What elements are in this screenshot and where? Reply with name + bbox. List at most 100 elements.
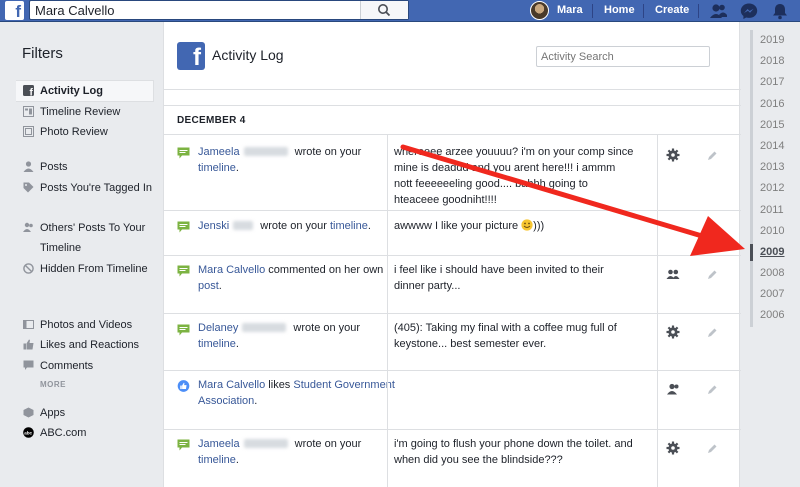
column-divider	[657, 255, 658, 313]
target-link[interactable]: timeline	[330, 220, 368, 232]
actor-link[interactable]: Jameela	[198, 438, 240, 450]
content-text: awwww I like your picture	[394, 220, 519, 232]
content-text-suffix: )))	[533, 220, 545, 232]
activity-search-input[interactable]	[536, 46, 710, 67]
gear-icon[interactable]	[666, 325, 680, 339]
edit-pencil-icon[interactable]	[707, 270, 717, 280]
period-text: .	[367, 220, 371, 232]
actor-link[interactable]: Jenski	[198, 220, 229, 232]
edit-pencil-icon[interactable]	[707, 151, 717, 161]
year-link-2012[interactable]: 2012	[753, 178, 800, 199]
activity-description: Jameela wrote on your timeline.	[198, 144, 398, 176]
sidebar-item-label: Posts You're Tagged In	[40, 182, 152, 194]
sidebar-item-posts[interactable]: Posts	[16, 157, 154, 177]
avatar[interactable]	[530, 1, 549, 20]
verb-text: wrote on your	[291, 438, 362, 450]
column-divider	[387, 255, 388, 313]
hidden-icon	[23, 263, 34, 274]
year-link-2015[interactable]: 2015	[753, 115, 800, 136]
facebook-logo[interactable]: f	[5, 1, 24, 20]
friends-icon[interactable]	[666, 267, 680, 281]
search-bar[interactable]: Mara Calvello	[29, 0, 409, 20]
notifications-icon[interactable]	[770, 2, 790, 20]
activity-description: Jameela wrote on your timeline.	[198, 436, 398, 468]
sidebar-item-comments[interactable]: Comments	[16, 356, 154, 376]
divider	[164, 89, 741, 90]
search-input[interactable]: Mara Calvello	[35, 3, 114, 18]
verb-text: commented on her own	[265, 264, 384, 276]
actor-link[interactable]: Delaney	[198, 322, 238, 334]
year-link-2007[interactable]: 2007	[753, 284, 800, 305]
year-link-2013[interactable]: 2013	[753, 157, 800, 178]
edit-pencil-icon[interactable]	[707, 444, 717, 454]
profile-link[interactable]: Mara	[557, 0, 583, 22]
sidebar-item-apps[interactable]: Apps	[16, 403, 154, 423]
actor-link[interactable]: Mara Calvello	[198, 379, 265, 391]
activity-row: Mara Calvello likes Student Government A…	[164, 370, 741, 429]
activity-row: Mara Calvello commented on her own post. …	[164, 255, 741, 313]
page-title: Activity Log	[212, 47, 284, 63]
year-link-2011[interactable]: 2011	[753, 200, 800, 221]
sidebar-item-timeline-review[interactable]: Timeline Review	[16, 102, 154, 122]
sidebar-item-label: Posts	[40, 161, 68, 173]
search-button[interactable]	[360, 1, 408, 19]
create-link[interactable]: Create	[655, 0, 689, 22]
activity-description: Mara Calvello commented on her own post.	[198, 262, 398, 294]
sidebar-item-photo-review[interactable]: Photo Review	[16, 122, 154, 142]
year-link-2018[interactable]: 2018	[753, 51, 800, 72]
edit-pencil-icon[interactable]	[707, 385, 717, 395]
activity-row: Jameela wrote on your timeline. whereeee …	[164, 134, 741, 210]
sidebar-item-label: Photo Review	[40, 126, 108, 138]
home-link[interactable]: Home	[604, 0, 635, 22]
target-link[interactable]: post	[198, 280, 219, 292]
friends-except-icon[interactable]	[666, 382, 680, 396]
year-link-2006[interactable]: 2006	[753, 305, 800, 326]
year-link-2017[interactable]: 2017	[753, 72, 800, 93]
column-divider	[387, 370, 388, 429]
sidebar-item-likes-reactions[interactable]: Likes and Reactions	[16, 335, 154, 355]
target-link[interactable]: timeline	[198, 454, 236, 466]
year-link-2009-selected[interactable]: 2009	[750, 242, 800, 263]
activity-row: Delaney wrote on your timeline. (405): Ta…	[164, 313, 741, 370]
sidebar-item-hidden[interactable]: Hidden From Timeline	[16, 259, 154, 279]
sidebar-item-photos-videos[interactable]: Photos and Videos	[16, 315, 154, 335]
gear-icon[interactable]	[666, 148, 680, 162]
sidebar-item-abc[interactable]: abc ABC.com	[16, 423, 154, 443]
fb-icon: f	[23, 85, 34, 96]
verb-text: likes	[265, 379, 294, 391]
column-divider	[657, 370, 658, 429]
actor-link[interactable]: Jameela	[198, 146, 240, 158]
year-navigator: 2019 2018 2017 2016 2015 2014 2013 2012 …	[750, 30, 800, 327]
edit-pencil-icon[interactable]	[707, 328, 717, 338]
gear-icon[interactable]	[666, 441, 680, 455]
actor-link[interactable]: Mara Calvello	[198, 264, 265, 276]
nav-divider	[698, 4, 699, 18]
divider	[164, 105, 741, 106]
photos-icon	[23, 320, 34, 329]
sidebar-item-label: Others' Posts To Your Timeline	[40, 222, 146, 254]
year-link-2016[interactable]: 2016	[753, 94, 800, 115]
more-link[interactable]: MORE	[40, 380, 66, 389]
sidebar-item-posts-tagged[interactable]: Posts You're Tagged In	[16, 178, 154, 198]
year-link-2010[interactable]: 2010	[753, 221, 800, 242]
period-text: .	[235, 162, 239, 174]
year-link-2019[interactable]: 2019	[753, 30, 800, 51]
year-link-2014[interactable]: 2014	[753, 136, 800, 157]
sidebar-item-activity-log[interactable]: f Activity Log	[16, 80, 154, 102]
filters-title: Filters	[22, 45, 63, 62]
year-link-2008[interactable]: 2008	[753, 263, 800, 284]
activity-log-panel: f Activity Log DECEMBER 4 Jameela wrote …	[163, 22, 741, 487]
activity-row: Jenski wrote on your timeline. awwww I l…	[164, 210, 741, 255]
verb-text: wrote on your	[290, 322, 361, 334]
redacted-name	[243, 439, 288, 448]
sidebar-item-label: Activity Log	[40, 85, 103, 97]
top-bar: f Mara Calvello Mara Home Create	[0, 0, 800, 22]
friend-requests-icon[interactable]	[708, 2, 728, 20]
photo-review-icon	[23, 126, 34, 137]
target-link[interactable]: timeline	[198, 162, 236, 174]
target-link[interactable]: timeline	[198, 338, 236, 350]
tag-icon	[23, 182, 34, 193]
sidebar-item-label: Timeline Review	[40, 106, 121, 118]
sidebar-item-others-posts[interactable]: Others' Posts To Your Timeline	[16, 218, 154, 258]
messenger-icon[interactable]	[739, 2, 759, 20]
